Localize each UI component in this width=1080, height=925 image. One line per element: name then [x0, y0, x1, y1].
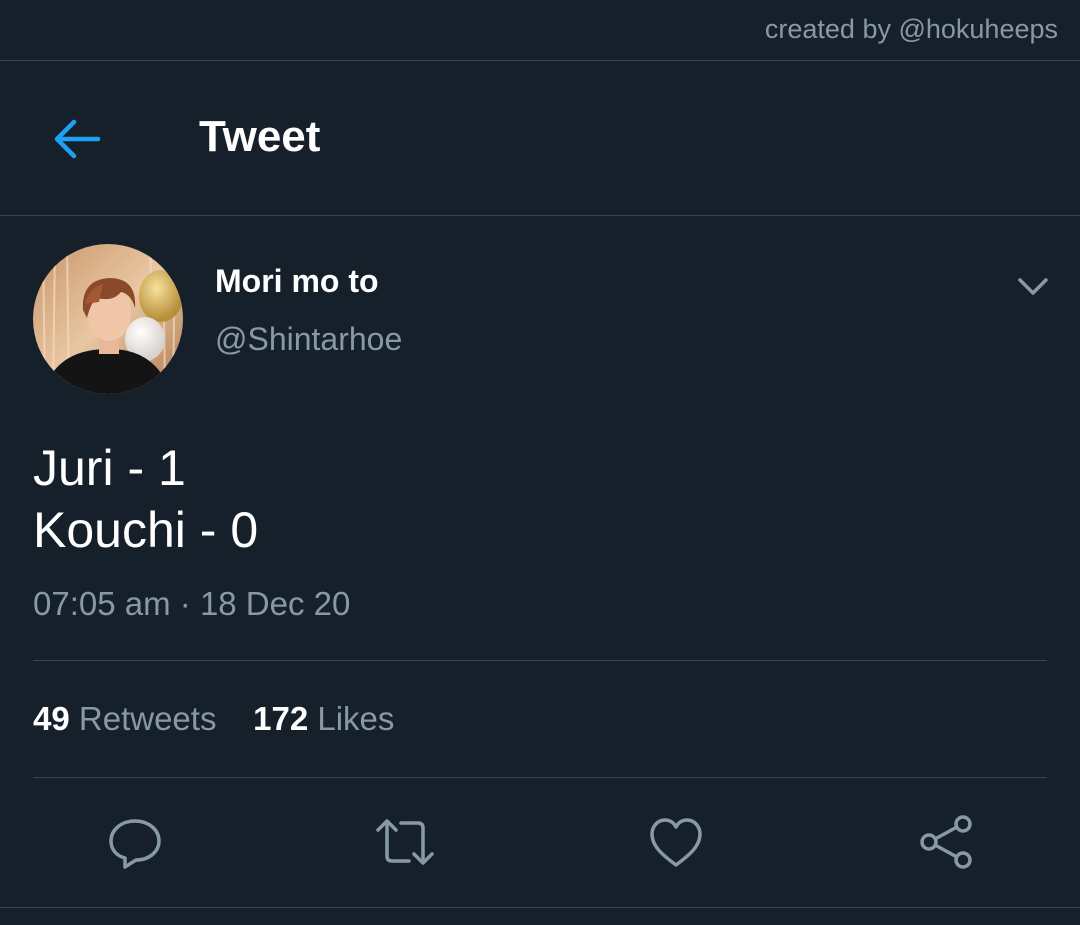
tweet-stats: 49 Retweets 172 Likes [33, 700, 394, 738]
retweets-label: Retweets [78, 700, 217, 737]
like-icon [650, 818, 702, 867]
timestamp-separator: · [179, 585, 191, 622]
share-button[interactable] [916, 812, 976, 872]
likes-count: 172 [253, 700, 309, 737]
page-title: Tweet [199, 112, 321, 161]
author-display-name[interactable]: Mori mo to [215, 263, 379, 300]
retweet-icon [376, 819, 434, 865]
reply-button[interactable] [105, 812, 165, 872]
retweet-button[interactable] [375, 812, 435, 872]
more-options-button[interactable] [1012, 268, 1054, 304]
likes-stat[interactable]: 172 Likes [253, 700, 394, 737]
back-button[interactable] [48, 110, 106, 168]
chevron-down-icon [1018, 278, 1048, 295]
like-button[interactable] [646, 812, 706, 872]
reply-icon [109, 819, 161, 869]
stats-divider [33, 777, 1047, 778]
retweets-count: 49 [33, 700, 70, 737]
likes-label: Likes [317, 700, 395, 737]
tweet-timestamp: 07:05 am · 18 Dec 20 [33, 585, 350, 623]
top-divider [0, 60, 1080, 61]
avatar[interactable] [33, 244, 183, 394]
bottom-divider [0, 907, 1080, 908]
header-divider [0, 215, 1080, 216]
tweet-line: Kouchi - 0 [33, 502, 259, 558]
tweet-time: 07:05 am [33, 585, 171, 622]
arrow-left-icon [54, 119, 101, 159]
author-handle[interactable]: @Shintarhoe [215, 321, 402, 358]
tweet-date: 18 Dec 20 [199, 585, 351, 622]
watermark: created by @hokuheeps [764, 14, 1058, 44]
avatar-photo [33, 244, 183, 394]
share-icon [920, 815, 972, 869]
timestamp-divider [33, 660, 1047, 661]
header-bar: Tweet [0, 62, 1080, 215]
retweets-stat[interactable]: 49 Retweets [33, 700, 216, 737]
tweet-line: Juri - 1 [33, 440, 186, 496]
tweet-body: Juri - 1 Kouchi - 0 [33, 437, 258, 561]
